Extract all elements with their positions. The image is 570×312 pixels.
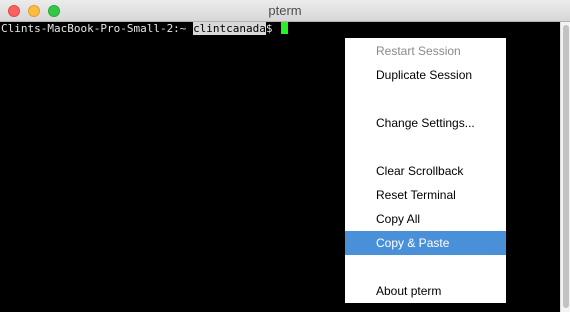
context-menu: Restart Session Duplicate Session Change… bbox=[345, 38, 506, 303]
text-cursor bbox=[281, 22, 289, 34]
prompt-host: Clints-MacBook-Pro-Small-2:~ bbox=[1, 22, 194, 35]
prompt-suffix: $ bbox=[265, 22, 280, 35]
menu-item-change-settings[interactable]: Change Settings... bbox=[345, 111, 506, 135]
selected-username: clintcanada bbox=[193, 22, 266, 35]
scrollbar-thumb[interactable] bbox=[563, 25, 569, 308]
menu-item-restart-session[interactable]: Restart Session bbox=[345, 39, 506, 63]
menu-item-copy-all[interactable]: Copy All bbox=[345, 207, 506, 231]
menu-item-duplicate-session[interactable]: Duplicate Session bbox=[345, 63, 506, 87]
title-bar[interactable]: pterm bbox=[0, 0, 570, 22]
menu-item-about-pterm[interactable]: About pterm bbox=[345, 279, 506, 303]
menu-item-clear-scrollback[interactable]: Clear Scrollback bbox=[345, 159, 506, 183]
menu-item-copy-paste[interactable]: Copy & Paste bbox=[345, 231, 506, 255]
window-title: pterm bbox=[268, 3, 302, 18]
scrollbar[interactable] bbox=[560, 22, 570, 312]
prompt-line: Clints-MacBook-Pro-Small-2:~ clintcanada… bbox=[1, 22, 289, 36]
menu-item-reset-terminal[interactable]: Reset Terminal bbox=[345, 183, 506, 207]
